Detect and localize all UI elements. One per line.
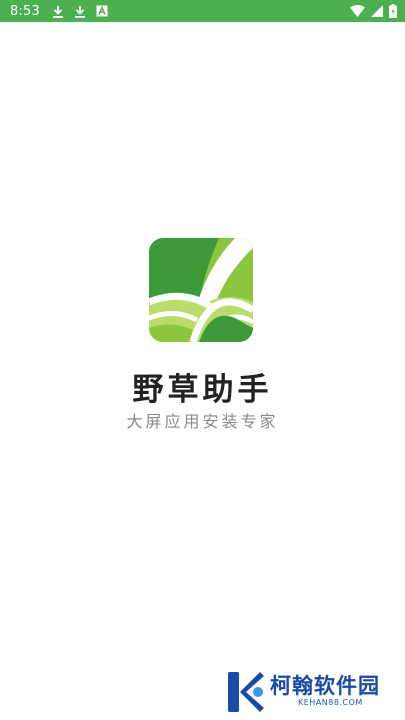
notification-a-icon (96, 5, 108, 17)
app-logo (149, 238, 253, 342)
watermark: 柯翰软件园 KEHAN88.COM (226, 668, 396, 716)
watermark-title: 柯翰软件园 (270, 674, 380, 698)
app-tagline: 大屏应用安装专家 (126, 412, 279, 431)
battery-charging-icon (389, 4, 397, 18)
download-icon (52, 5, 64, 18)
app-name: 野草助手 (132, 372, 273, 408)
wifi-icon (350, 5, 365, 17)
notification-icons (52, 5, 108, 18)
watermark-logo-icon (226, 670, 266, 714)
status-bar: 8:53 (0, 0, 405, 22)
download-icon (74, 5, 86, 18)
system-icons (350, 4, 397, 18)
signal-icon (371, 5, 383, 17)
splash-screen: 8:53 野草助手 大屏应用安装专家 柯翰软件园 KEHAN88.COM (0, 0, 405, 720)
watermark-subtitle: KEHAN88.COM (298, 698, 363, 707)
status-time: 8:53 (10, 3, 40, 19)
